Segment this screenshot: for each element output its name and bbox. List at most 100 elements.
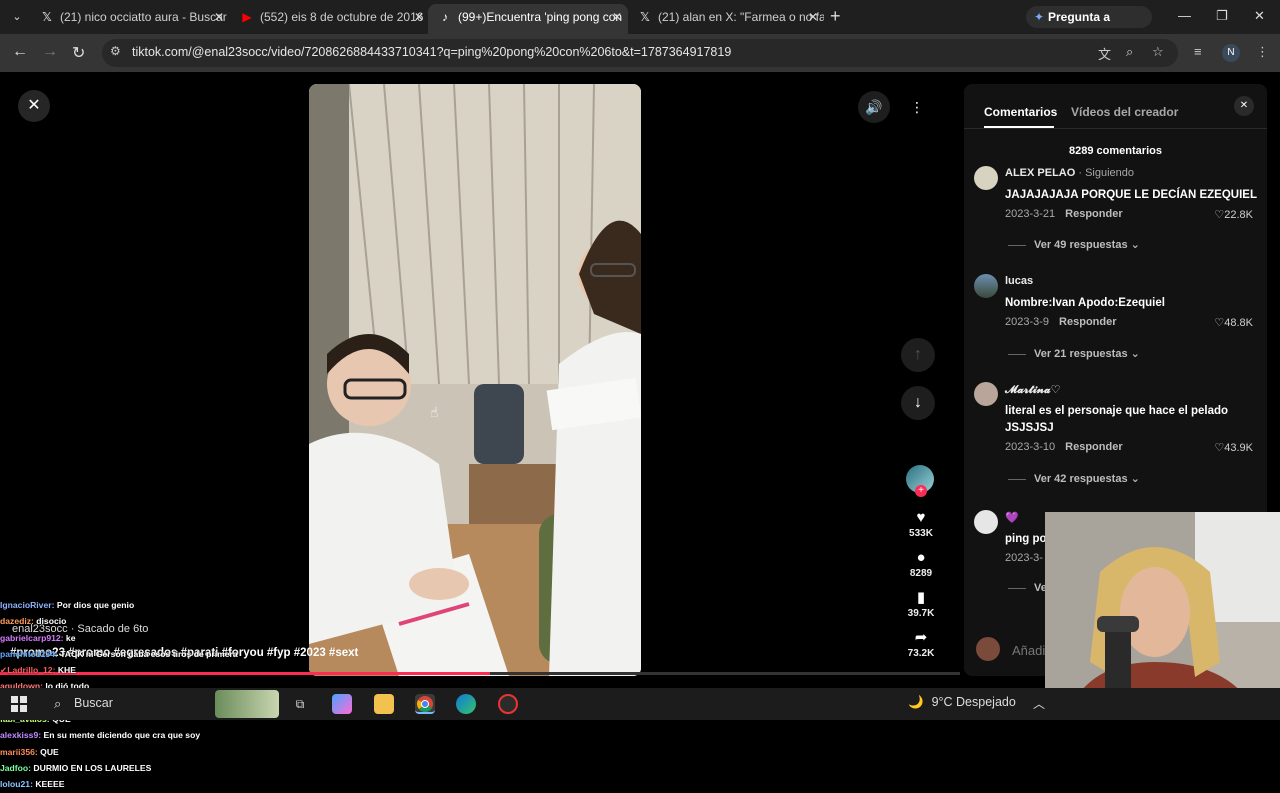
ask-gemini-button[interactable]: ✦ Pregunta a Gemini: [1026, 6, 1152, 46]
video-frame: [309, 84, 641, 676]
chat-username: Jadfoo:: [0, 762, 32, 773]
edge-icon[interactable]: [456, 694, 476, 714]
comment-button[interactable]: ● 8289: [898, 549, 944, 580]
share-button[interactable]: ➦ 73.2K: [898, 630, 944, 660]
close-player-button[interactable]: ✕: [18, 90, 50, 122]
comment-bubble-icon: ●: [916, 549, 926, 566]
close-tab-icon[interactable]: ✕: [808, 4, 818, 30]
chat-text: KHE: [57, 665, 76, 676]
chat-text: DURMIO EN LOS LAURELES: [33, 762, 152, 773]
close-panel-icon[interactable]: ✕: [1234, 96, 1254, 116]
tab-search-chevron-icon[interactable]: ⌄: [8, 8, 26, 26]
site-info-icon[interactable]: ⚙: [110, 44, 121, 58]
browser-tab-3-active[interactable]: ♪ (99+)Encuentra 'ping pong con ✕: [428, 4, 628, 34]
chat-text: QUE: [40, 746, 59, 757]
more-options-icon[interactable]: ⋮: [901, 91, 933, 123]
taskbar-search[interactable]: Buscar: [74, 696, 113, 710]
weather-widget[interactable]: 🌙 9°C Despejado: [908, 695, 1016, 710]
chat-text: TACK ni Gerson daba esos tiros de primer…: [60, 648, 238, 659]
comment-meta: 2023-3-9 Responder: [1005, 316, 1117, 328]
comment-meta: 2023-3-: [1005, 552, 1043, 564]
chat-message: panchito1234: TACK ni Gerson daba esos t…: [0, 646, 300, 662]
browser-menu-icon[interactable]: ⋮: [1256, 44, 1269, 60]
comment-user[interactable]: 𝓜𝓪𝓻𝓽𝓲𝓷𝓪♡: [1005, 383, 1060, 397]
system-tray-chevron-icon[interactable]: ︿: [1033, 695, 1045, 712]
chat-username: alexkiss9:: [0, 730, 42, 741]
comment-like[interactable]: ♡48.8K: [1214, 316, 1253, 329]
comment-user[interactable]: ALEX PELAO · Siguiendo: [1005, 167, 1134, 179]
bookmark-icon: ▮: [916, 589, 926, 606]
bookmark-star-icon[interactable]: ☆: [1152, 44, 1164, 60]
chrome-icon[interactable]: [415, 694, 435, 714]
comment-like[interactable]: ♡22.8K: [1214, 208, 1253, 221]
tab-title: (21) nico occiatto aura - Buscar: [60, 10, 227, 24]
avatar[interactable]: [974, 274, 998, 298]
view-replies-button[interactable]: Ver 21 respuestas ⌄: [1008, 347, 1140, 360]
avatar[interactable]: [974, 382, 998, 406]
translate-icon[interactable]: 文: [1098, 44, 1111, 63]
reply-button[interactable]: Responder: [1059, 316, 1116, 328]
close-tab-icon[interactable]: ✕: [612, 4, 622, 30]
chat-username: gabrielcarp912:: [0, 632, 64, 643]
search-icon[interactable]: ⌕: [54, 696, 61, 712]
comment-meta: 2023-3-10 Responder: [1005, 441, 1123, 453]
close-tab-icon[interactable]: ✕: [414, 4, 424, 30]
minimize-icon[interactable]: —: [1178, 8, 1191, 23]
window-close-icon[interactable]: ✕: [1254, 8, 1265, 24]
panel-divider: [964, 128, 1267, 129]
file-explorer-icon[interactable]: [374, 694, 394, 714]
avatar[interactable]: [974, 510, 998, 534]
task-view-icon[interactable]: ⧉: [290, 694, 310, 714]
obs-record-icon[interactable]: [498, 694, 518, 714]
reply-button[interactable]: Responder: [1065, 441, 1122, 453]
address-bar[interactable]: ⚙ tiktok.com/@enal23socc/video/720862688…: [102, 39, 1178, 67]
forward-arrow-icon[interactable]: →: [42, 43, 58, 61]
comment-item: ALEX PELAO · Siguiendo JAJAJAJAJA PORQUE…: [974, 166, 1259, 266]
video-player[interactable]: [309, 84, 641, 676]
close-tab-icon[interactable]: ✕: [214, 4, 224, 30]
previous-video-arrow-icon[interactable]: ↑: [901, 338, 935, 372]
comment-like[interactable]: ♡43.9K: [1214, 441, 1253, 454]
view-replies-button[interactable]: Ver 42 respuestas ⌄: [1008, 472, 1140, 485]
new-tab-icon[interactable]: +: [830, 6, 841, 27]
media-controls-icon[interactable]: ≡: [1194, 44, 1202, 59]
comment-meta: 2023-3-21 Responder: [1005, 208, 1123, 220]
profile-avatar[interactable]: N: [1222, 44, 1240, 62]
tab-comments[interactable]: Comentarios: [984, 105, 1057, 119]
chat-username: IgnacioRiver:: [0, 600, 55, 610]
copilot-icon[interactable]: [332, 694, 352, 714]
browser-tab-4[interactable]: 𝕏 (21) alan en X: "Farmea o no fa ✕: [628, 4, 824, 30]
save-button[interactable]: ▮ 39.7K: [898, 589, 944, 620]
zoom-icon[interactable]: ⌕: [1126, 44, 1133, 60]
tab-creator-videos[interactable]: Vídeos del creador: [1071, 105, 1178, 119]
windows-taskbar: ⌕ Buscar ⧉ 🌙 9°C Despejado ︿: [0, 688, 1280, 720]
url-text[interactable]: tiktok.com/@enal23socc/video/72086268844…: [132, 45, 731, 59]
comment-user[interactable]: lucas: [1005, 275, 1033, 287]
reply-button[interactable]: Responder: [1065, 208, 1122, 220]
volume-icon[interactable]: 🔊: [858, 91, 890, 123]
next-video-arrow-icon[interactable]: ↓: [901, 386, 935, 420]
like-button[interactable]: ♥ 533K: [898, 509, 944, 540]
browser-tab-2[interactable]: ▶ (552) eis 8 de octubre de 2016 ✕: [230, 4, 430, 30]
chat-message: IgnacioRiver: Por dios que genio: [0, 597, 300, 613]
chat-message: gabrielcarp912: ke: [0, 630, 300, 646]
chat-text: KEEEE: [35, 779, 65, 790]
heart-icon: ♥: [916, 509, 926, 526]
windows-start-icon[interactable]: [11, 696, 27, 712]
moon-icon: 🌙: [908, 695, 924, 709]
restore-icon[interactable]: ❐: [1216, 8, 1228, 24]
avatar[interactable]: [974, 166, 998, 190]
view-replies-button[interactable]: Ver 49 respuestas ⌄: [1008, 238, 1140, 251]
chat-username: dazediz:: [0, 616, 34, 627]
browser-tab-1[interactable]: 𝕏 (21) nico occiatto aura - Buscar ✕: [30, 4, 230, 30]
chat-text: ke: [65, 632, 76, 643]
x-logo-icon: 𝕏: [42, 10, 52, 24]
comment-user[interactable]: 💜: [1005, 511, 1019, 524]
back-arrow-icon[interactable]: ←: [12, 43, 28, 61]
view-replies-button[interactable]: Ve: [1008, 582, 1047, 594]
follow-plus-icon[interactable]: +: [915, 485, 927, 497]
reload-icon[interactable]: ↻: [72, 43, 85, 63]
heart-outline-icon: ♡: [1214, 442, 1225, 454]
add-comment-input[interactable]: Añadi: [1012, 643, 1045, 658]
share-count: 73.2K: [907, 648, 935, 659]
